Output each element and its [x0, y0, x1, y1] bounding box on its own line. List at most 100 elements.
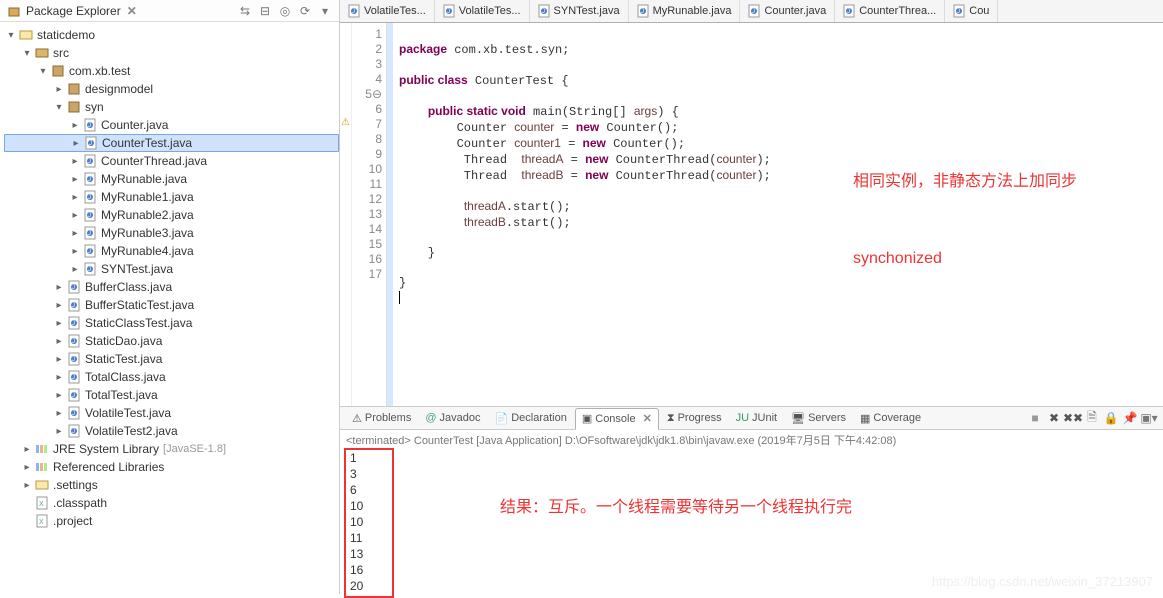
- tree-file[interactable]: ▸JMyRunable1.java: [4, 188, 339, 206]
- tab-problems[interactable]: ⚠Problems: [346, 407, 417, 429]
- tree-classpath[interactable]: .classpath: [53, 496, 107, 510]
- editor-tab[interactable]: JCou: [945, 0, 998, 22]
- jre-version: [JavaSE-1.8]: [163, 443, 226, 455]
- java-file-icon: J: [637, 4, 649, 18]
- tree-file[interactable]: ▸JTotalClass.java: [4, 368, 339, 386]
- java-file-icon: J: [748, 4, 760, 18]
- console-output[interactable]: 136101011131620 结果：互斥。一个线程需要等待另一个线程执行完 h…: [340, 450, 1163, 594]
- tree-file[interactable]: ▸JMyRunable.java: [4, 170, 339, 188]
- tree-src[interactable]: src: [53, 46, 69, 60]
- project-icon: [18, 27, 34, 43]
- tree-file[interactable]: ▸JStaticDao.java: [4, 332, 339, 350]
- tree-file[interactable]: ▸JBufferStaticTest.java: [4, 296, 339, 314]
- library-icon: [34, 459, 50, 475]
- highlight-box: [344, 448, 394, 598]
- remove-launch-icon[interactable]: ✖: [1046, 410, 1062, 426]
- tree-settings[interactable]: .settings: [53, 478, 98, 492]
- tree-project-file[interactable]: .project: [53, 514, 92, 528]
- tree-file[interactable]: ▸JVolatileTest2.java: [4, 422, 339, 440]
- svg-text:J: J: [72, 429, 75, 435]
- file-icon: X: [34, 513, 50, 529]
- tree-file[interactable]: ▸JCounter.java: [4, 116, 339, 134]
- svg-text:J: J: [88, 213, 91, 219]
- terminate-icon[interactable]: ■: [1027, 410, 1043, 426]
- java-file-icon: J: [66, 333, 82, 349]
- editor-tab[interactable]: JCounterThrea...: [835, 0, 945, 22]
- display-console-icon[interactable]: ▣▾: [1141, 410, 1157, 426]
- editor-tab[interactable]: JMyRunable.java: [629, 0, 741, 22]
- editor-tabbar[interactable]: JVolatileTes...JVolatileTes...JSYNTest.j…: [340, 0, 1163, 23]
- declaration-icon: 📄: [495, 412, 509, 425]
- tree-reflib[interactable]: Referenced Libraries: [53, 460, 164, 474]
- tab-progress[interactable]: ⧗Progress: [661, 407, 728, 429]
- svg-text:J: J: [72, 339, 75, 345]
- console-icon: ▣: [582, 412, 592, 425]
- svg-text:J: J: [72, 357, 75, 363]
- java-file-icon: J: [66, 405, 82, 421]
- link-editor-icon[interactable]: ⇆: [237, 3, 253, 19]
- code-editor[interactable]: ⚠ 12345⊖67891011121314151617 package pac…: [340, 23, 1163, 406]
- collapse-all-icon[interactable]: ⊟: [257, 3, 273, 19]
- tab-junit[interactable]: JUJUnit: [730, 407, 784, 429]
- console-line: 13: [346, 546, 1157, 562]
- tab-coverage[interactable]: ▦Coverage: [854, 407, 927, 429]
- svg-text:J: J: [847, 9, 850, 15]
- watermark: https://blog.csdn.net/weixin_37213907: [932, 574, 1153, 590]
- tree-file[interactable]: ▸JStaticClassTest.java: [4, 314, 339, 332]
- close-icon[interactable]: ✕: [643, 412, 652, 425]
- editor-tab[interactable]: JVolatileTes...: [340, 0, 435, 22]
- tree-subpkg[interactable]: designmodel: [85, 82, 153, 96]
- console-annotation: 结果：互斥。一个线程需要等待另一个线程执行完: [500, 500, 852, 516]
- tree-file[interactable]: ▸JCounterTest.java: [4, 134, 339, 152]
- code-area[interactable]: package package com.xb.test.syn;com.xb.t…: [393, 23, 1163, 406]
- clear-console-icon[interactable]: 🗎: [1084, 410, 1100, 426]
- servers-icon: 🖥: [791, 412, 805, 425]
- tree-file[interactable]: ▸JStaticTest.java: [4, 350, 339, 368]
- java-file-icon: J: [66, 351, 82, 367]
- java-file-icon: J: [348, 4, 360, 18]
- console-line: 10: [346, 514, 1157, 530]
- svg-text:J: J: [72, 321, 75, 327]
- java-file-icon: J: [66, 369, 82, 385]
- view-menu-icon[interactable]: ▾: [317, 3, 333, 19]
- svg-text:J: J: [88, 123, 91, 129]
- refresh-icon[interactable]: ⟳: [297, 3, 313, 19]
- console-view: <terminated> CounterTest [Java Applicati…: [340, 430, 1163, 594]
- package-icon: [6, 3, 22, 19]
- annotation-text: 相同实例，非静态方法上加同步 synchonized: [853, 118, 1077, 323]
- focus-icon[interactable]: ◎: [277, 3, 293, 19]
- project-tree[interactable]: ▾staticdemo ▾src ▾com.xb.test ▸designmod…: [0, 22, 339, 594]
- tab-javadoc[interactable]: @Javadoc: [419, 407, 486, 429]
- tree-subpkg[interactable]: syn: [85, 100, 104, 114]
- tree-file[interactable]: ▸JMyRunable3.java: [4, 224, 339, 242]
- tree-file[interactable]: ▸JMyRunable2.java: [4, 206, 339, 224]
- editor-tab[interactable]: JSYNTest.java: [530, 0, 629, 22]
- tab-declaration[interactable]: 📄Declaration: [489, 407, 573, 429]
- java-file-icon: J: [66, 315, 82, 331]
- scroll-lock-icon[interactable]: 🔒: [1103, 410, 1119, 426]
- tree-file[interactable]: ▸JTotalTest.java: [4, 386, 339, 404]
- tree-file[interactable]: ▸JVolatileTest.java: [4, 404, 339, 422]
- pin-console-icon[interactable]: 📌: [1122, 410, 1138, 426]
- tree-file[interactable]: ▸JBufferClass.java: [4, 278, 339, 296]
- svg-text:J: J: [72, 375, 75, 381]
- editor-tab[interactable]: JVolatileTes...: [435, 0, 530, 22]
- bottom-views-tabbar[interactable]: ⚠Problems @Javadoc 📄Declaration ▣Console…: [340, 406, 1163, 430]
- tree-project[interactable]: staticdemo: [37, 28, 95, 42]
- view-close-icon[interactable]: ✕: [127, 4, 137, 18]
- java-file-icon: J: [843, 4, 855, 18]
- tree-file[interactable]: ▸JCounterThread.java: [4, 152, 339, 170]
- remove-all-icon[interactable]: ✖✖: [1065, 410, 1081, 426]
- java-file-icon: J: [83, 135, 99, 151]
- svg-text:J: J: [447, 9, 450, 15]
- svg-text:X: X: [39, 519, 44, 526]
- editor-tab[interactable]: JCounter.java: [740, 0, 835, 22]
- svg-text:J: J: [72, 393, 75, 399]
- tree-file[interactable]: ▸JMyRunable4.java: [4, 242, 339, 260]
- tree-pkg[interactable]: com.xb.test: [69, 64, 130, 78]
- tab-console[interactable]: ▣Console✕: [575, 408, 659, 430]
- tab-servers[interactable]: 🖥Servers: [785, 407, 852, 429]
- java-file-icon: J: [538, 4, 550, 18]
- tree-jre[interactable]: JRE System Library: [53, 442, 159, 456]
- tree-file[interactable]: ▸JSYNTest.java: [4, 260, 339, 278]
